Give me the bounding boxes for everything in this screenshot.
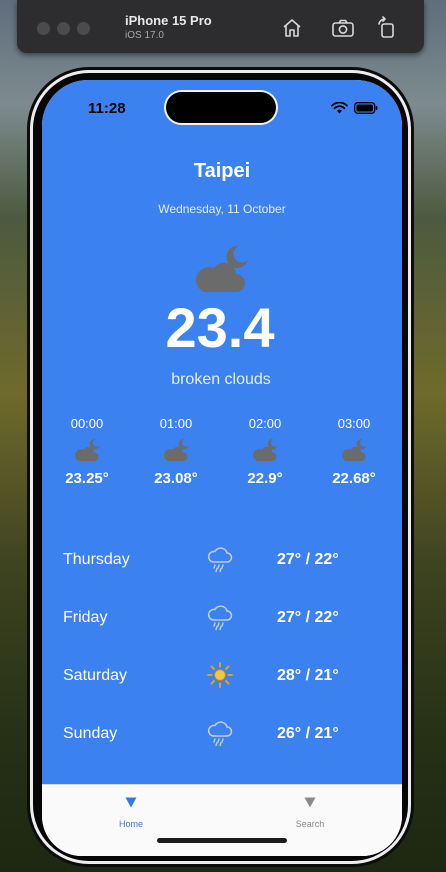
rain-cloud-icon xyxy=(207,721,233,747)
daily-temperature: 28° / 21° xyxy=(277,667,339,684)
cloud-moon-icon xyxy=(341,438,367,462)
hourly-temperature: 23.08° xyxy=(154,470,198,487)
daily-temperature: 26° / 21° xyxy=(277,725,339,742)
hourly-temperature: 22.68° xyxy=(332,470,376,487)
daily-day: Saturday xyxy=(63,667,128,684)
close-window-dot[interactable] xyxy=(37,22,50,35)
zoom-window-dot[interactable] xyxy=(77,22,90,35)
hourly-time: 03:00 xyxy=(337,416,371,431)
home-icon[interactable] xyxy=(279,15,305,41)
wifi-icon xyxy=(331,101,348,119)
city-name: Taipei xyxy=(193,160,251,182)
rotate-icon[interactable] xyxy=(374,15,400,41)
hourly-temperature: 23.25° xyxy=(65,470,109,487)
daily-row: Thursday 27° / 22° xyxy=(63,545,383,575)
screenshot-icon[interactable] xyxy=(330,15,356,41)
daily-row: Friday 27° / 22° xyxy=(63,603,383,633)
daily-row: Saturday 28° / 21° xyxy=(63,661,383,691)
daily-day: Sunday xyxy=(63,725,118,742)
rain-cloud-icon xyxy=(207,605,233,631)
weather-description: broken clouds xyxy=(171,371,271,388)
daily-temperature: 27° / 22° xyxy=(277,551,339,568)
simulator-os-version: iOS 17.0 xyxy=(125,30,164,41)
hourly-item: 01:00 23.08° xyxy=(136,416,216,487)
simulator-toolbar: iPhone 15 Pro iOS 17.0 xyxy=(17,0,424,53)
hourly-time: 01:00 xyxy=(159,416,193,431)
sun-icon xyxy=(207,662,233,688)
daily-day: Friday xyxy=(63,609,108,626)
tab-label: Home xyxy=(118,819,143,829)
rain-cloud-icon xyxy=(207,547,233,573)
device-screen: 11:28 Taipei Wednesday, 11 October 23.4 … xyxy=(42,80,402,856)
cloud-moon-icon xyxy=(252,438,278,462)
cloud-moon-icon xyxy=(163,438,189,462)
battery-icon xyxy=(354,101,378,119)
tab-search[interactable]: Search xyxy=(265,795,355,829)
status-icons xyxy=(331,101,378,119)
home-indicator[interactable] xyxy=(157,838,287,843)
hourly-item: 02:00 22.9° xyxy=(225,416,305,487)
current-temperature: 23.4 xyxy=(165,296,275,359)
current-date: Wednesday, 11 October xyxy=(158,202,286,216)
hourly-time: 00:00 xyxy=(70,416,104,431)
daily-day: Thursday xyxy=(63,551,130,568)
hourly-item: 00:00 23.25° xyxy=(47,416,127,487)
tab-home[interactable]: Home xyxy=(86,795,176,829)
cloud-moon-icon xyxy=(74,438,100,462)
daily-row: Sunday 26° / 21° xyxy=(63,719,383,749)
hourly-temperature: 22.9° xyxy=(247,470,283,487)
daily-temperature: 27° / 22° xyxy=(277,609,339,626)
simulator-device-name: iPhone 15 Pro xyxy=(125,13,212,28)
triangle-down-icon xyxy=(125,797,137,808)
cloud-moon-icon xyxy=(192,242,250,299)
triangle-down-icon xyxy=(304,797,316,808)
hourly-item: 03:00 22.68° xyxy=(314,416,394,487)
hourly-time: 02:00 xyxy=(248,416,282,431)
tab-bar: Home Search xyxy=(42,784,402,856)
dynamic-island xyxy=(166,92,276,123)
tab-label: Search xyxy=(295,819,325,829)
minimize-window-dot[interactable] xyxy=(57,22,70,35)
status-time: 11:28 xyxy=(88,100,126,117)
weather-view: 11:28 Taipei Wednesday, 11 October 23.4 … xyxy=(42,80,402,784)
